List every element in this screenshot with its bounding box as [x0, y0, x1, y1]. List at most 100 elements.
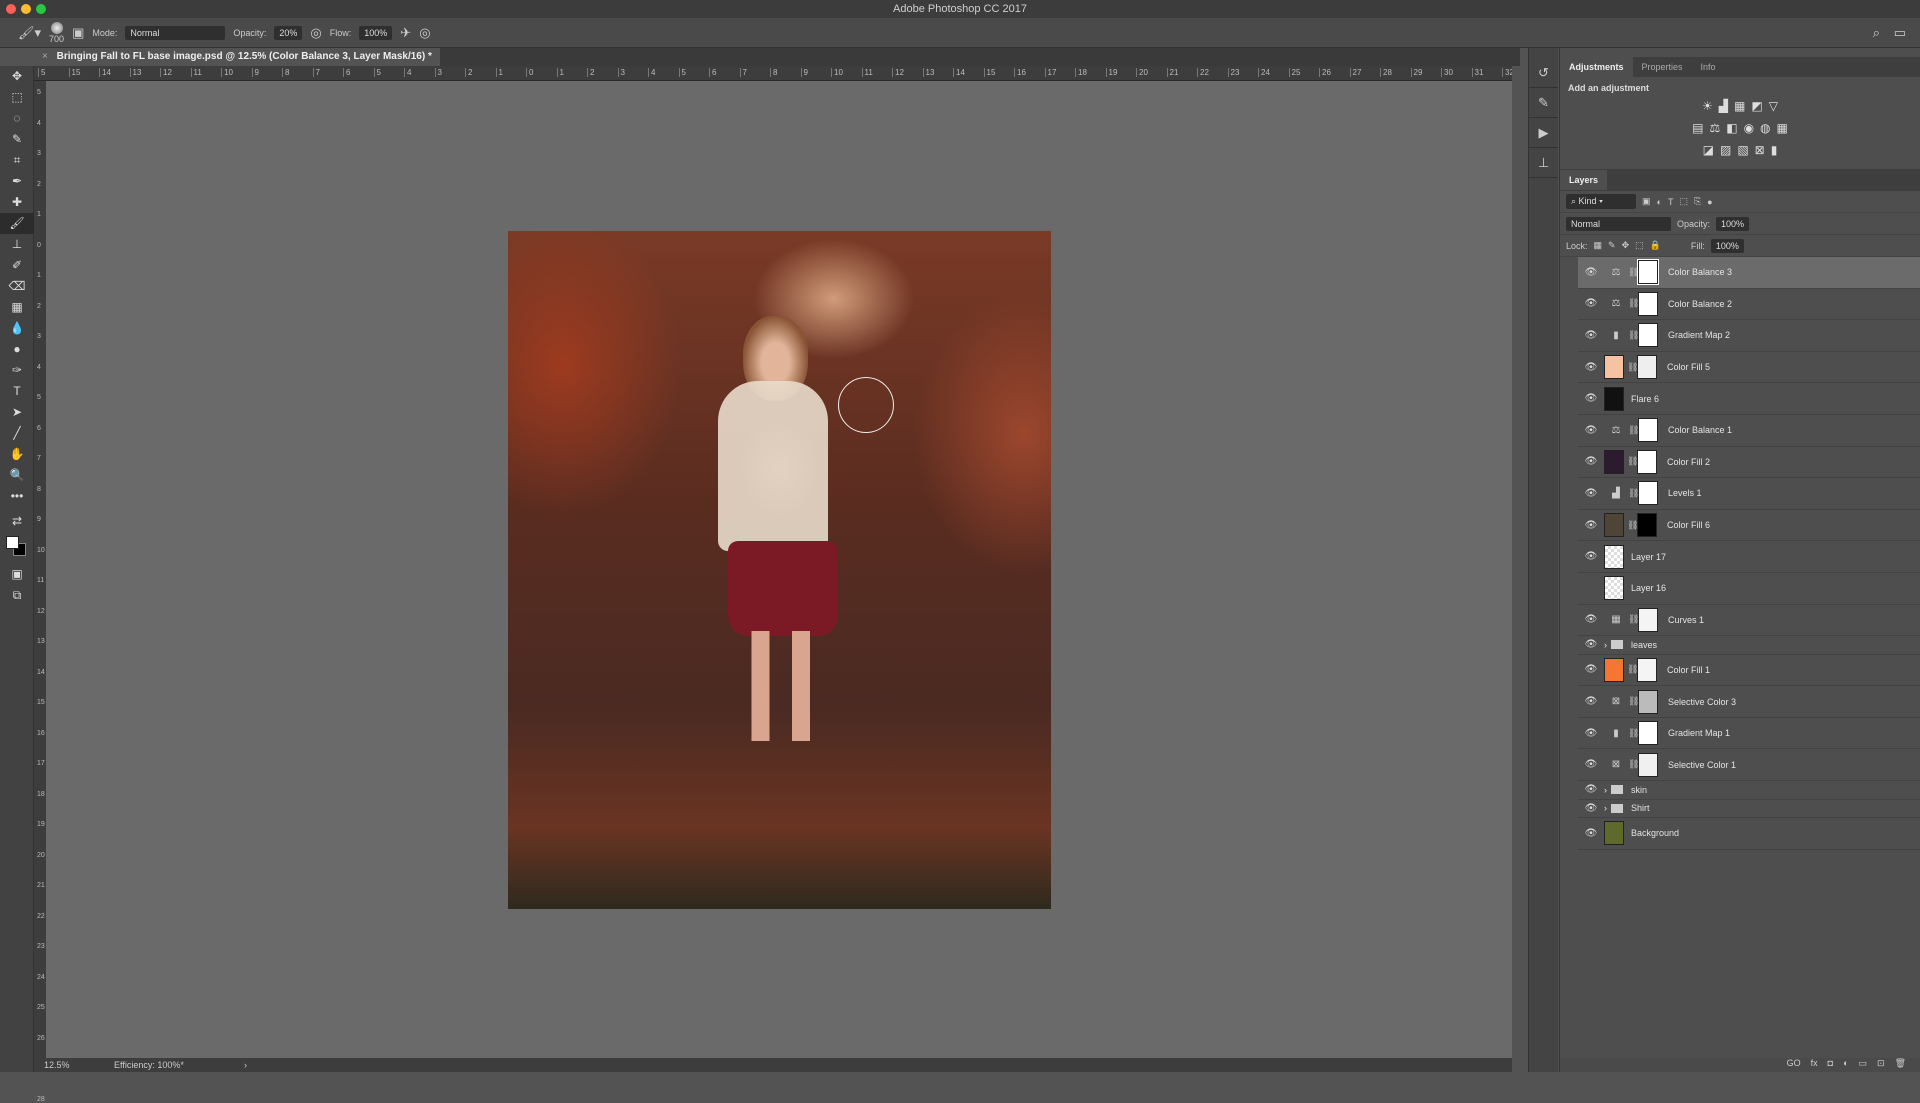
maximize-window-button[interactable]: [36, 4, 46, 14]
visibility-eye-icon[interactable]: 👁: [1578, 488, 1604, 499]
layer-row[interactable]: 👁 ⛓ Color Fill 1: [1578, 655, 1920, 687]
expand-chevron-icon[interactable]: ›: [1604, 803, 1607, 813]
tool-21-icon[interactable]: ⇄: [0, 511, 34, 532]
tool-7-icon[interactable]: 🖌: [0, 213, 34, 234]
adjustment-1-5-icon[interactable]: ▦: [1777, 121, 1788, 135]
brush-presets-icon[interactable]: ✎: [1529, 88, 1558, 118]
adjustment-1-4-icon[interactable]: ◍: [1760, 121, 1770, 135]
link-chain-icon[interactable]: ⛓: [1628, 696, 1639, 707]
layer-row[interactable]: 👁 ⛓ Color Fill 6: [1578, 510, 1920, 542]
layer-row[interactable]: 👁 ⚖ ⛓ Color Balance 1: [1578, 415, 1920, 447]
layer-name[interactable]: Color Balance 1: [1668, 425, 1732, 435]
layer-name[interactable]: Gradient Map 1: [1668, 728, 1730, 738]
layer-row[interactable]: 👁 ⊠ ⛓ Selective Color 3: [1578, 686, 1920, 718]
link-chain-icon[interactable]: ⛓: [1627, 362, 1638, 373]
pressure-opacity-icon[interactable]: ◎: [310, 25, 321, 41]
tool-17-icon[interactable]: ╱: [0, 423, 34, 444]
vertical-ruler[interactable]: 5 4 3 2 1 0 1 2 3 4 5 6 7 8 9 10 11 12 13 14 15 16 17 18 19 20 21 2…: [34, 81, 46, 1103]
tool-13-icon[interactable]: ●: [0, 339, 34, 360]
expand-chevron-icon[interactable]: ›: [1604, 785, 1607, 795]
layer-row[interactable]: 👁 ▦ ⛓ Curves 1: [1578, 605, 1920, 637]
adjustment-1-1-icon[interactable]: ⚖: [1709, 121, 1720, 135]
zoom-level[interactable]: 12.5%: [34, 1060, 94, 1070]
layer-row[interactable]: 👁 › leaves: [1578, 636, 1920, 655]
opacity-input[interactable]: 20%: [274, 25, 303, 40]
brush-panel-toggle-icon[interactable]: ▣: [72, 25, 84, 41]
layers-footer-1-icon[interactable]: fx: [1811, 1058, 1818, 1072]
layer-mask-thumbnail[interactable]: [1638, 323, 1658, 348]
layer-name[interactable]: Color Fill 1: [1667, 665, 1710, 675]
link-chain-icon[interactable]: ⛓: [1628, 330, 1639, 341]
layer-mask-thumbnail[interactable]: [1638, 689, 1658, 714]
tool-2-icon[interactable]: ◌: [0, 108, 34, 129]
layer-mask-thumbnail[interactable]: [1638, 481, 1658, 506]
tool-1-icon[interactable]: ⬚: [0, 87, 34, 108]
layer-name[interactable]: Gradient Map 2: [1668, 330, 1730, 340]
link-chain-icon[interactable]: ⛓: [1628, 267, 1639, 278]
adjustment-2-1-icon[interactable]: ▨: [1720, 143, 1731, 157]
layers-footer-4-icon[interactable]: ▭: [1859, 1058, 1868, 1072]
link-chain-icon[interactable]: ⛓: [1627, 664, 1638, 675]
tool-10-icon[interactable]: ⌫: [0, 276, 34, 297]
layer-name[interactable]: skin: [1631, 785, 1647, 795]
visibility-eye-icon[interactable]: 👁: [1578, 759, 1604, 770]
tool-15-icon[interactable]: T: [0, 381, 34, 402]
layer-name[interactable]: leaves: [1631, 640, 1657, 650]
link-chain-icon[interactable]: ⛓: [1628, 488, 1639, 499]
document-tab[interactable]: × Bringing Fall to FL base image.psd @ 1…: [34, 48, 440, 66]
visibility-eye-icon[interactable]: 👁: [1578, 330, 1604, 341]
tool-8-icon[interactable]: ⊥: [0, 234, 34, 255]
adjustment-1-3-icon[interactable]: ◉: [1744, 121, 1754, 135]
filter-adjustment-icon[interactable]: ◐: [1657, 197, 1662, 207]
adjustment-2-4-icon[interactable]: ▮: [1771, 143, 1778, 157]
foreground-color[interactable]: [6, 536, 19, 549]
filter-pixel-icon[interactable]: ▣: [1642, 196, 1651, 207]
link-chain-icon[interactable]: ⛓: [1627, 520, 1638, 531]
link-chain-icon[interactable]: ⛓: [1628, 728, 1639, 739]
visibility-eye-icon[interactable]: 👁: [1578, 551, 1604, 562]
layer-mask-thumbnail[interactable]: [1637, 355, 1657, 380]
color-swatches[interactable]: [0, 534, 33, 564]
blend-mode-select[interactable]: Normal: [1566, 216, 1671, 231]
layer-name[interactable]: Selective Color 1: [1668, 760, 1736, 770]
tool-16-icon[interactable]: ➤: [0, 402, 34, 423]
layer-mask-thumbnail[interactable]: [1637, 513, 1657, 538]
visibility-eye-icon[interactable]: 👁: [1578, 784, 1604, 795]
tab-layers[interactable]: Layers: [1560, 170, 1608, 190]
layers-footer-2-icon[interactable]: ◘: [1828, 1058, 1833, 1072]
tool-0-icon[interactable]: ✥: [0, 66, 34, 87]
clone-source-icon[interactable]: ⊥: [1529, 148, 1558, 178]
tool-3-icon[interactable]: ✎: [0, 129, 34, 150]
document-image[interactable]: [508, 231, 1051, 909]
visibility-eye-icon[interactable]: 👁: [1578, 828, 1604, 839]
visibility-eye-icon[interactable]: 👁: [1578, 639, 1604, 650]
layer-name[interactable]: Curves 1: [1668, 615, 1704, 625]
layer-row[interactable]: 👁 ⚖ ⛓ Color Balance 2: [1578, 289, 1920, 321]
link-chain-icon[interactable]: ⛓: [1628, 425, 1639, 436]
visibility-eye-icon[interactable]: 👁: [1578, 425, 1604, 436]
layer-row[interactable]: 👁 Background: [1578, 818, 1920, 850]
mode-select[interactable]: Normal: [125, 25, 226, 40]
layer-row[interactable]: 👁 Flare 6: [1578, 383, 1920, 415]
brush-preset-picker[interactable]: 700: [49, 21, 64, 44]
layer-opacity-input[interactable]: 100%: [1716, 216, 1750, 231]
airbrush-icon[interactable]: ✈: [400, 25, 411, 41]
minimize-window-button[interactable]: [21, 4, 31, 14]
visibility-eye-icon[interactable]: ▫: [1578, 583, 1604, 594]
adjustment-1-2-icon[interactable]: ◧: [1726, 121, 1737, 135]
tool-12-icon[interactable]: 💧: [0, 318, 34, 339]
lock-artboard-icon[interactable]: ⬚: [1635, 240, 1644, 251]
filter-type-icon[interactable]: T: [1668, 197, 1674, 207]
layer-name[interactable]: Color Fill 2: [1667, 457, 1710, 467]
tool-14-icon[interactable]: ✑: [0, 360, 34, 381]
tool-19-icon[interactable]: 🔍: [0, 465, 34, 486]
visibility-eye-icon[interactable]: 👁: [1578, 393, 1604, 404]
filter-toggle-icon[interactable]: ●: [1707, 197, 1712, 207]
tool-23-icon[interactable]: ⧉: [0, 585, 34, 606]
link-chain-icon[interactable]: ⛓: [1628, 298, 1639, 309]
tool-4-icon[interactable]: ⌗: [0, 150, 34, 171]
filter-shape-icon[interactable]: ⬚: [1679, 196, 1688, 207]
layer-name[interactable]: Color Fill 6: [1667, 520, 1710, 530]
adjustment-0-3-icon[interactable]: ◩: [1751, 99, 1762, 113]
layer-name[interactable]: Layer 17: [1631, 552, 1666, 562]
